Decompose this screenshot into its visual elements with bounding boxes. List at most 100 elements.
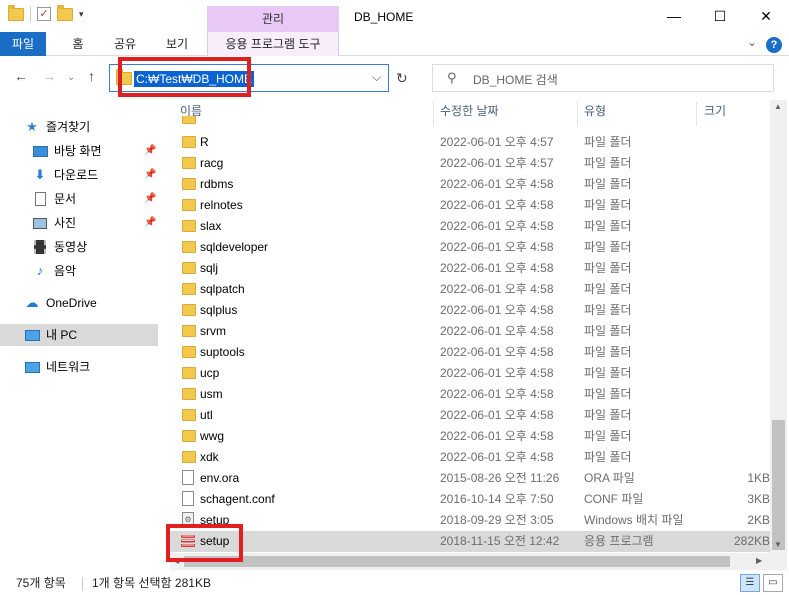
tab-view[interactable]: 보기	[160, 32, 194, 56]
table-row[interactable]: suptools 2022-06-01 오후 4:58 파일 폴더	[170, 342, 770, 363]
file-name: relnotes	[200, 198, 243, 212]
file-type: Windows 배치 파일	[584, 513, 684, 527]
file-list: ^ 이름 수정한 날짜 유형 크기 R2022-06-01 오후 4:57파일 …	[170, 100, 770, 570]
navigation-pane: ★ 즐겨찾기 바탕 화면 📌 ⬇ 다운로드 📌 문서 📌 사진 📌 동영상 ♪ …	[0, 100, 160, 570]
large-icons-view-icon[interactable]: ▭	[763, 574, 783, 592]
table-row[interactable]: sqlplus 2022-06-01 오후 4:58 파일 폴더	[170, 300, 770, 321]
table-row[interactable]: slax 2022-06-01 오후 4:58 파일 폴더	[170, 216, 770, 237]
file-type: 파일 폴더	[584, 324, 632, 338]
file-icon	[182, 491, 194, 506]
table-row[interactable]: sqlj 2022-06-01 오후 4:58 파일 폴더	[170, 258, 770, 279]
recent-locations-icon[interactable]: ⌄	[67, 72, 75, 83]
horizontal-scrollbar[interactable]: ◀ ▶	[170, 553, 770, 570]
pin-icon[interactable]: 📌	[144, 193, 156, 204]
search-box[interactable]: ⚲ DB_HOME 검색	[432, 64, 774, 92]
chevron-down-icon[interactable]: ⌵	[372, 70, 381, 85]
file-type: 파일 폴더	[584, 429, 632, 443]
table-row[interactable]: env.ora 2015-08-26 오전 11:26 ORA 파일 1KB	[170, 468, 770, 489]
nav-item-network[interactable]: 네트워크	[24, 356, 158, 378]
scroll-thumb[interactable]	[184, 556, 730, 567]
table-row[interactable]: schagent.conf 2016-10-14 오후 7:50 CONF 파일 3K…	[170, 489, 770, 510]
nav-label: 즐겨찾기	[46, 120, 91, 134]
close-button[interactable]: ✕	[743, 0, 789, 32]
highlight-box	[166, 524, 243, 562]
pin-icon[interactable]: 📌	[144, 217, 156, 228]
nav-item-favorites[interactable]: ★ 즐겨찾기	[24, 116, 154, 138]
up-arrow-icon[interactable]: ↑	[88, 68, 95, 84]
tab-home[interactable]: 홈	[66, 32, 90, 56]
tab-application-tools[interactable]: 응용 프로그램 도구	[207, 32, 339, 56]
nav-item-desktop[interactable]: 바탕 화면	[32, 140, 158, 162]
file-date: 2022-06-01 오후 4:58	[440, 261, 554, 275]
nav-item-pictures[interactable]: 사진	[32, 212, 158, 234]
selection-info: 1개 항목 선택함 281KB	[92, 576, 211, 590]
table-row-partial[interactable]	[170, 116, 770, 126]
file-type: 파일 폴더	[584, 303, 632, 317]
help-button[interactable]: ?	[766, 37, 782, 53]
properties-icon[interactable]: ✓	[37, 7, 51, 21]
folder-icon	[182, 116, 196, 124]
scroll-right-icon[interactable]: ▶	[756, 556, 762, 565]
folder-icon	[182, 178, 196, 190]
file-date: 2022-06-01 오후 4:58	[440, 219, 554, 233]
nav-item-this-pc[interactable]: 내 PC	[0, 324, 158, 346]
file-type: 파일 폴더	[584, 366, 632, 380]
search-input[interactable]: DB_HOME 검색	[473, 71, 558, 88]
pin-icon[interactable]: 📌	[144, 169, 156, 180]
table-row[interactable]: relnotes 2022-06-01 오후 4:58 파일 폴더	[170, 195, 770, 216]
file-name: env.ora	[200, 471, 240, 485]
minimize-button[interactable]: —	[651, 0, 697, 32]
table-row[interactable]: R 2022-06-01 오후 4:57 파일 폴더	[170, 132, 770, 153]
folder-icon	[182, 346, 196, 358]
nav-item-videos[interactable]: 동영상	[32, 236, 158, 258]
table-row[interactable]: rdbms 2022-06-01 오후 4:58 파일 폴더	[170, 174, 770, 195]
table-row[interactable]: ucp 2022-06-01 오후 4:58 파일 폴더	[170, 363, 770, 384]
file-date: 2022-06-01 오후 4:57	[440, 156, 554, 170]
file-type: CONF 파일	[584, 492, 644, 506]
table-row[interactable]: wwg 2022-06-01 오후 4:58 파일 폴더	[170, 426, 770, 447]
file-date: 2015-08-26 오전 11:26	[440, 471, 560, 485]
context-tab-manage[interactable]: 관리	[207, 6, 339, 32]
file-date: 2018-11-15 오전 12:42	[440, 534, 560, 548]
scroll-thumb[interactable]	[772, 420, 785, 550]
expand-ribbon-icon[interactable]: ⌄	[747, 35, 757, 49]
forward-arrow-icon[interactable]: →	[42, 68, 56, 84]
new-folder-icon[interactable]	[57, 4, 73, 21]
divider	[30, 6, 31, 22]
table-row[interactable]: sqlpatch 2022-06-01 오후 4:58 파일 폴더	[170, 279, 770, 300]
nav-item-music[interactable]: ♪ 음악	[32, 260, 158, 282]
window-title: DB_HOME	[354, 10, 414, 24]
tab-file[interactable]: 파일	[0, 32, 46, 56]
file-type: 파일 폴더	[584, 345, 632, 359]
file-date: 2022-06-01 오후 4:57	[440, 135, 554, 149]
file-name: R	[200, 135, 209, 149]
file-name: wwg	[200, 429, 225, 443]
file-name: suptools	[200, 345, 245, 359]
table-row[interactable]: srvm 2022-06-01 오후 4:58 파일 폴더	[170, 321, 770, 342]
table-row[interactable]: setup 2018-11-15 오전 12:42 응용 프로그램 282KB	[170, 531, 770, 552]
file-name: schagent.conf	[200, 492, 275, 506]
file-name: ucp	[200, 366, 220, 380]
nav-item-downloads[interactable]: ⬇ 다운로드	[32, 164, 158, 186]
table-row[interactable]: sqldeveloper 2022-06-01 오후 4:58 파일 폴더	[170, 237, 770, 258]
nav-item-documents[interactable]: 문서	[32, 188, 158, 210]
table-row[interactable]: racg 2022-06-01 오후 4:57 파일 폴더	[170, 153, 770, 174]
table-row[interactable]: utl 2022-06-01 오후 4:58 파일 폴더	[170, 405, 770, 426]
back-arrow-icon[interactable]: ←	[14, 68, 28, 84]
table-row[interactable]: xdk 2022-06-01 오후 4:58 파일 폴더	[170, 447, 770, 468]
maximize-button[interactable]: ☐	[697, 0, 743, 32]
table-row[interactable]: usm 2022-06-01 오후 4:58 파일 폴더	[170, 384, 770, 405]
scroll-up-icon[interactable]: ▲	[774, 102, 782, 111]
file-name: xdk	[200, 450, 219, 464]
nav-item-onedrive[interactable]: ☁ OneDrive	[24, 292, 158, 314]
file-date: 2022-06-01 오후 4:58	[440, 387, 554, 401]
table-row[interactable]: ⚙ setup 2018-09-29 오전 3:05 Windows 배치 파일 2KB	[170, 510, 770, 531]
tab-share[interactable]: 공유	[108, 32, 142, 56]
vertical-scrollbar[interactable]: ▲ ▼	[770, 100, 787, 570]
file-type: 파일 폴더	[584, 198, 632, 212]
customize-qat-icon[interactable]: ▾	[79, 9, 84, 20]
scroll-down-icon[interactable]: ▼	[774, 540, 782, 549]
pin-icon[interactable]: 📌	[144, 145, 156, 156]
refresh-icon[interactable]: ↻	[396, 70, 408, 87]
details-view-icon[interactable]: ☰	[740, 574, 760, 592]
